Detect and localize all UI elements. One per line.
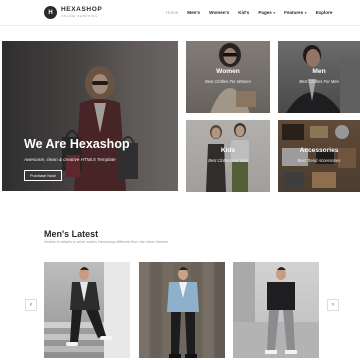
nav-label: Women's	[209, 10, 230, 15]
site-header: H HEXASHOP ONLINE SHOPPING Home Men's Wo…	[0, 0, 360, 26]
nav-item-mens[interactable]: Men's	[187, 10, 200, 15]
product-image	[44, 262, 130, 358]
chevron-down-icon: ▾	[304, 10, 307, 15]
main-nav: Home Men's Women's Kid's Pages ▾ Features…	[166, 10, 341, 15]
category-name: Women	[216, 68, 240, 75]
category-subtitle: Best Clothes For Kids	[208, 158, 248, 163]
logo-name: HEXASHOP	[61, 6, 103, 13]
tile-shade	[278, 120, 360, 192]
chevron-right-icon: ›	[332, 302, 334, 308]
nav-item-pages[interactable]: Pages ▾	[258, 10, 275, 15]
section-title: Men's Latest	[44, 229, 99, 239]
nav-item-features[interactable]: Features ▾	[284, 10, 306, 15]
product-card[interactable]	[139, 262, 225, 358]
category-subtitle: Best Clothes For Women	[205, 79, 251, 84]
hero-banner: We Are Hexashop Awesome, clean & creativ…	[2, 41, 178, 191]
nav-label: Men's	[187, 10, 201, 15]
product-card[interactable]	[233, 262, 319, 358]
nav-label: Explore	[315, 10, 333, 15]
product-image	[139, 262, 225, 358]
logo-text: HEXASHOP ONLINE SHOPPING	[61, 6, 103, 18]
tile-shade	[278, 41, 360, 113]
section-subtitle: Details to details is what makes Hexasho…	[44, 240, 170, 244]
product-card[interactable]	[44, 262, 130, 358]
nav-item-home[interactable]: Home	[166, 10, 178, 15]
tile-shade	[186, 120, 270, 192]
hero-subtitle: Awesome, clean & creative HTML5 Template	[24, 157, 116, 162]
category-tile-kids[interactable]: Kids Best Clothes For Kids	[186, 120, 270, 192]
category-tile-women[interactable]: Women Best Clothes For Women	[186, 41, 270, 113]
tile-shade	[186, 41, 270, 113]
category-tile-accessories[interactable]: Accessories Best Trend Accessories	[278, 120, 360, 192]
logo-tagline: ONLINE SHOPPING	[61, 14, 98, 18]
nav-item-explore[interactable]: Explore	[316, 10, 333, 15]
carousel-next-button[interactable]: ›	[327, 299, 339, 311]
nav-item-kids[interactable]: Kid's	[238, 10, 249, 15]
category-tile-men[interactable]: Men Best Clothes For Men	[278, 41, 360, 113]
category-name: Men	[312, 68, 326, 75]
hero-title: We Are Hexashop	[24, 137, 130, 151]
purchase-now-button[interactable]: Purchase Now!	[24, 170, 62, 181]
hero-overlay	[2, 41, 178, 191]
logo-mark-icon: H	[44, 6, 57, 19]
nav-label: Home	[166, 10, 179, 15]
category-subtitle: Best Clothes For Men	[299, 79, 339, 84]
chevron-left-icon: ‹	[30, 302, 32, 308]
nav-item-womens[interactable]: Women's	[209, 10, 229, 15]
carousel-prev-button[interactable]: ‹	[25, 299, 37, 311]
chevron-down-icon: ▾	[273, 10, 276, 15]
nav-label: Pages	[258, 10, 272, 15]
category-name: Kids	[220, 147, 236, 154]
nav-label: Kid's	[238, 10, 250, 15]
category-name: Accessories	[299, 147, 339, 154]
product-image	[233, 262, 319, 358]
nav-label: Features	[284, 10, 304, 15]
logo[interactable]: H HEXASHOP ONLINE SHOPPING	[44, 6, 102, 19]
category-subtitle: Best Trend Accessories	[297, 158, 341, 163]
